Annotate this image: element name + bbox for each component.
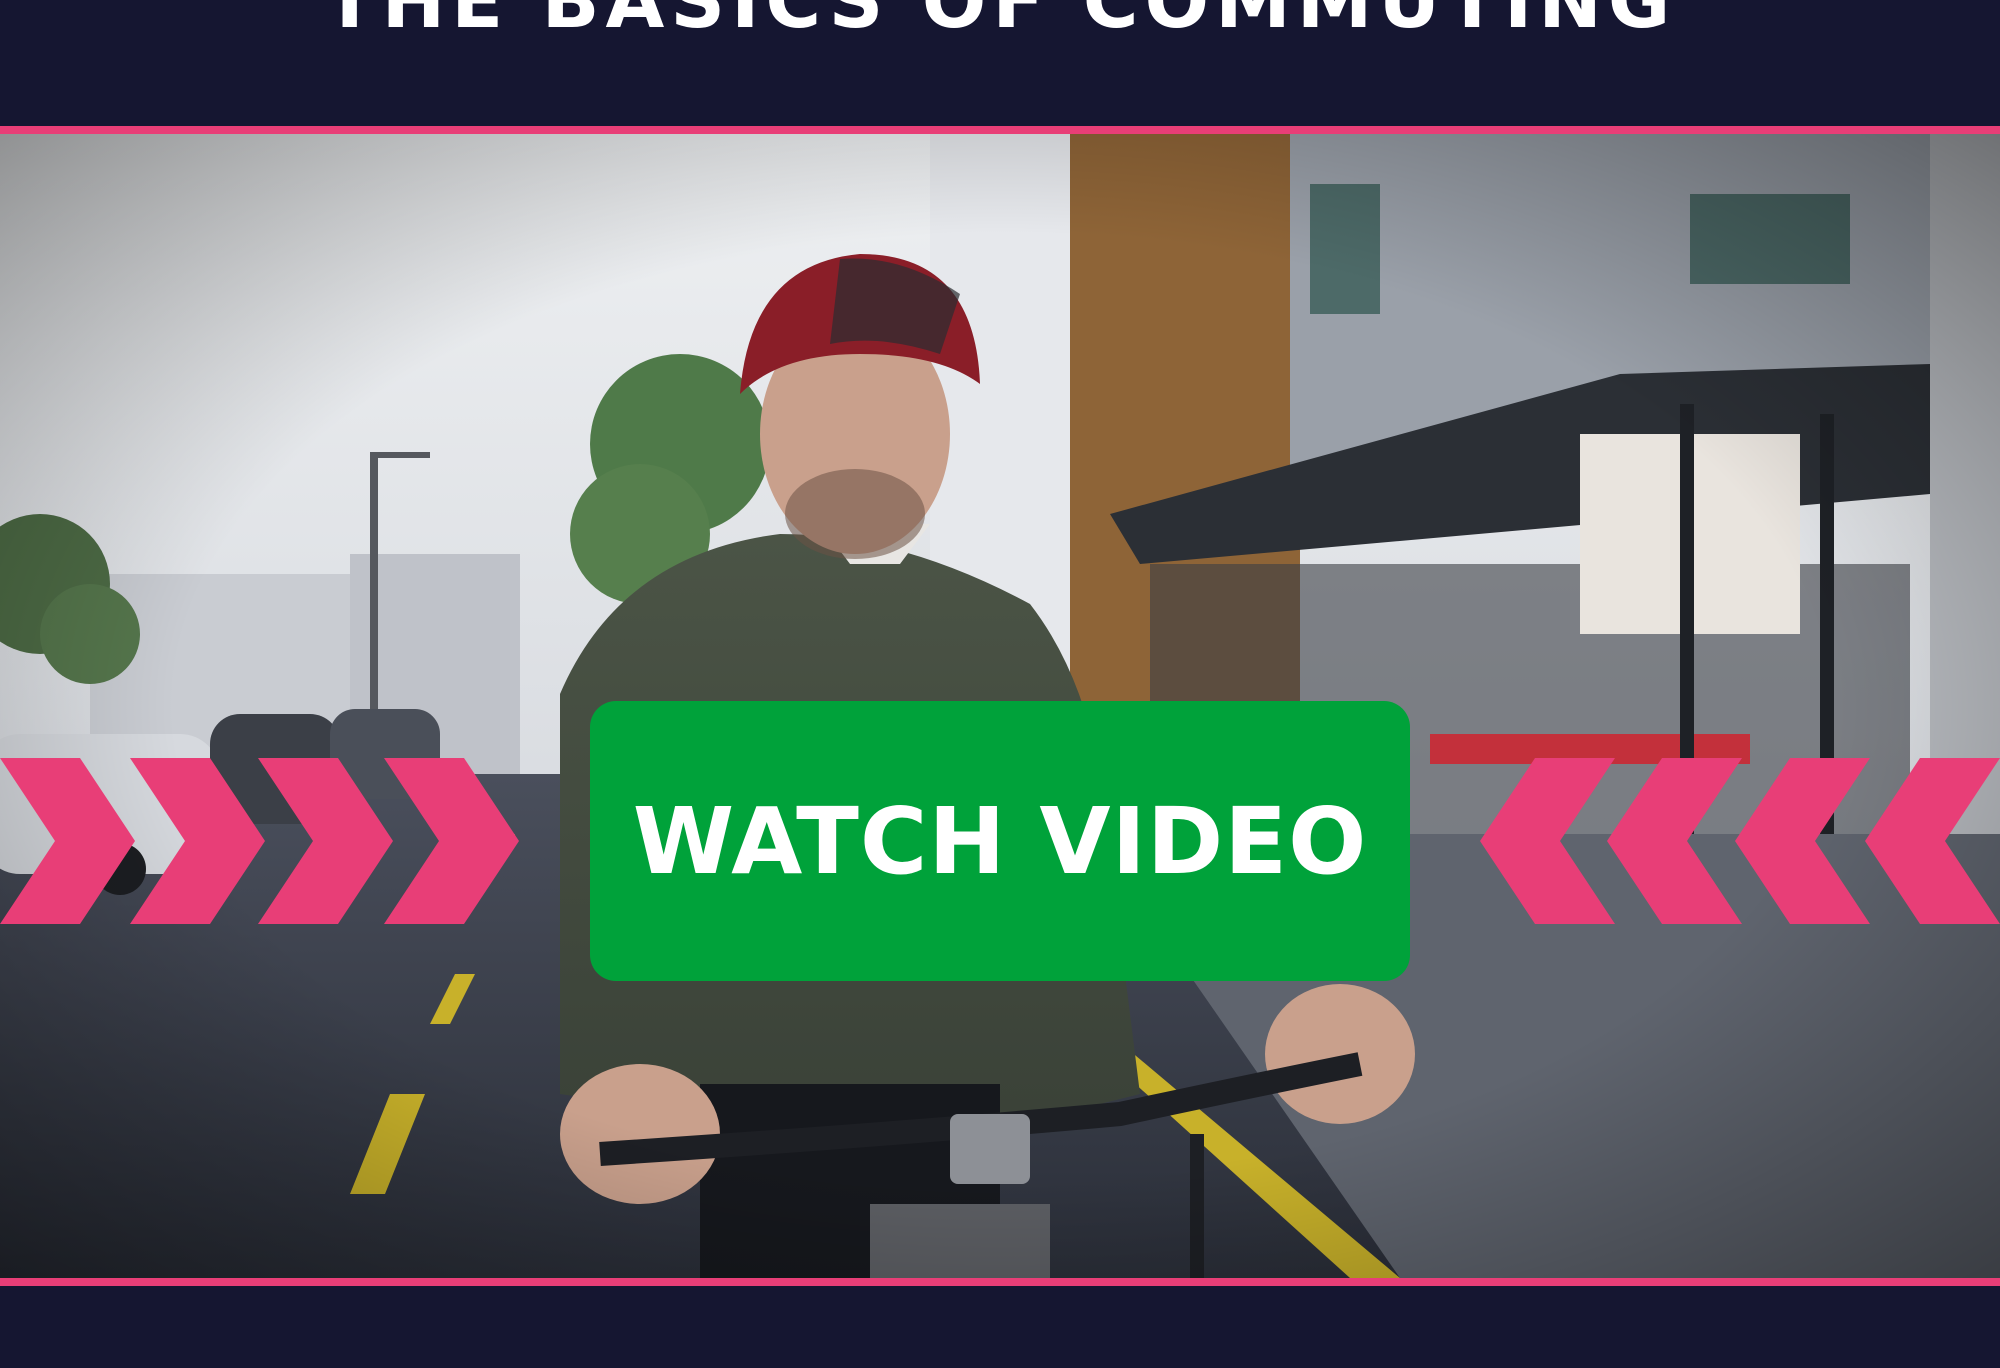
chevron-right-icon: [258, 758, 393, 924]
footer-divider: [0, 1278, 2000, 1286]
watch-video-label: WATCH VIDEO: [632, 787, 1368, 895]
right-chevrons: [1480, 758, 2000, 924]
video-thumbnail[interactable]: WATCH VIDEO: [0, 134, 2000, 1278]
page-title: THE BASICS OF COMMUTING: [323, 0, 1677, 45]
chevron-left-icon: [1865, 758, 2000, 924]
chevron-left-icon: [1735, 758, 1870, 924]
left-chevrons: [0, 758, 519, 924]
chevron-right-icon: [130, 758, 265, 924]
chevron-left-icon: [1607, 758, 1742, 924]
header-divider: [0, 126, 2000, 134]
chevron-left-icon: [1480, 758, 1615, 924]
header-bar: THE BASICS OF COMMUTING: [0, 0, 2000, 126]
chevron-right-icon: [0, 758, 135, 924]
chevron-right-icon: [384, 758, 519, 924]
footer-bar: [0, 1286, 2000, 1368]
watch-video-button[interactable]: WATCH VIDEO: [590, 701, 1410, 981]
